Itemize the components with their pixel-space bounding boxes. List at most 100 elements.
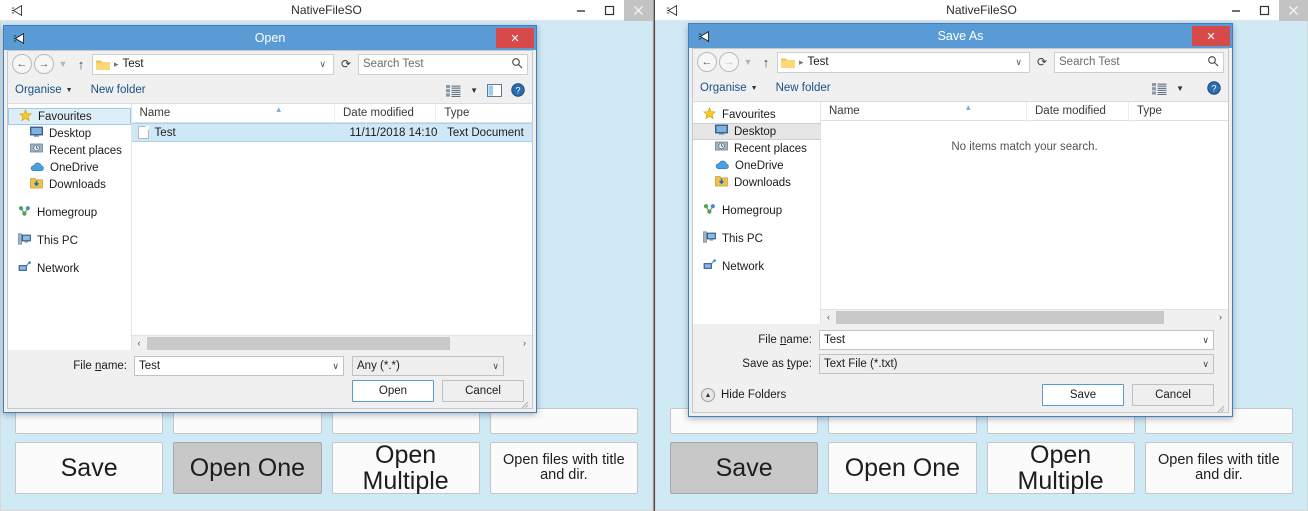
sidebar-item-this-pc[interactable]: This PC [8, 232, 131, 249]
open-multiple-button[interactable]: Open Multiple [986, 442, 1135, 494]
save-as-type-select[interactable]: Text File (*.txt) ∨ [819, 354, 1214, 374]
sidebar-item-this-pc[interactable]: This PC [693, 230, 820, 247]
close-button[interactable] [1279, 0, 1308, 21]
column-header-name[interactable]: Name [132, 104, 334, 123]
sidebar-item-onedrive[interactable]: OneDrive [8, 159, 131, 176]
cancel-button[interactable]: Cancel [442, 380, 524, 402]
minimize-button[interactable] [566, 0, 595, 21]
column-header-type[interactable]: Type [1128, 101, 1228, 121]
sidebar-item-label: Downloads [49, 178, 106, 191]
search-input[interactable]: Search Test [358, 53, 528, 75]
help-icon[interactable]: ? [1207, 81, 1221, 95]
save-button[interactable]: Save [1042, 384, 1124, 406]
column-header-name[interactable]: Name [821, 102, 1026, 121]
scrollbar-thumb[interactable] [146, 336, 451, 350]
scroll-right-icon[interactable]: › [517, 338, 532, 348]
save-button[interactable]: Save [670, 442, 819, 494]
scroll-left-icon[interactable]: ‹ [821, 312, 836, 322]
file-type-filter-select[interactable]: Any (*.*) ∨ [352, 356, 504, 376]
history-dropdown-icon[interactable]: ▼ [56, 59, 70, 69]
dialog-action-buttons: Open Cancel [16, 380, 524, 402]
breadcrumb-separator: ▸ [799, 56, 804, 67]
sidebar-item-favourites[interactable]: Favourites [8, 108, 131, 125]
maximize-button[interactable] [1250, 0, 1279, 21]
search-input[interactable]: Search Test [1054, 51, 1224, 73]
column-header-date-modified[interactable]: Date modified [1026, 101, 1128, 121]
save-button[interactable]: Save [15, 442, 164, 494]
hide-folders-toggle[interactable]: ▲ Hide Folders [701, 388, 786, 402]
preview-pane-icon[interactable] [487, 83, 502, 97]
file-name-input[interactable]: Test ∨ [819, 330, 1214, 350]
sidebar-item-homegroup[interactable]: Homegroup [693, 202, 820, 219]
column-header-date-modified[interactable]: Date modified [334, 103, 435, 123]
window-titlebar: NativeFileSO [655, 0, 1308, 21]
address-dropdown-icon[interactable]: ∨ [1011, 57, 1026, 68]
sidebar-item-recent-places[interactable]: Recent places [693, 140, 820, 157]
view-dropdown-icon[interactable]: ▼ [470, 86, 478, 95]
help-icon[interactable]: ? [511, 83, 525, 97]
maximize-button[interactable] [595, 0, 624, 21]
dialog-close-icon[interactable]: ✕ [496, 28, 534, 48]
dialog-close-icon[interactable]: ✕ [1192, 26, 1230, 46]
back-icon[interactable]: ← [697, 52, 717, 72]
sidebar-item-downloads[interactable]: Downloads [693, 174, 820, 191]
horizontal-scrollbar[interactable]: ‹ › [131, 335, 532, 350]
scroll-left-icon[interactable]: ‹ [132, 338, 147, 348]
address-path-box[interactable]: ▸ Test ∨ [92, 53, 334, 75]
organise-label: Organise [700, 82, 747, 94]
up-icon[interactable]: ↑ [72, 57, 90, 72]
new-folder-button[interactable]: New folder [776, 82, 831, 94]
resize-grip-icon[interactable] [519, 396, 529, 409]
file-name-input[interactable]: Test ∨ [134, 356, 344, 376]
organise-menu[interactable]: Organise ▼ [700, 82, 758, 94]
open-multiple-button[interactable]: Open Multiple [331, 442, 480, 494]
new-folder-button[interactable]: New folder [91, 84, 146, 96]
sidebar-item-homegroup[interactable]: Homegroup [8, 204, 131, 221]
chevron-down-icon[interactable]: ∨ [1198, 335, 1209, 346]
homegroup-icon [703, 203, 716, 218]
sidebar-item-desktop[interactable]: Desktop [8, 125, 131, 142]
sidebar-item-favourites[interactable]: Favourites [693, 106, 820, 123]
address-path-box[interactable]: ▸ Test ∨ [777, 51, 1030, 73]
horizontal-scrollbar[interactable]: ‹ › [821, 309, 1228, 324]
sidebar-item-recent-places[interactable]: Recent places [8, 142, 131, 159]
close-button[interactable] [624, 0, 653, 21]
open-one-button[interactable]: Open One [173, 442, 322, 494]
sidebar-item-label: Desktop [49, 127, 92, 140]
forward-icon[interactable]: → [719, 52, 739, 72]
open-files-with-title-and-dir-button[interactable]: Open files with title and dir. [1144, 442, 1293, 494]
open-button[interactable]: Open [352, 380, 434, 402]
open-one-button[interactable]: Open One [828, 442, 977, 494]
sidebar-item-downloads[interactable]: Downloads [8, 176, 131, 193]
refresh-icon[interactable]: ⟳ [336, 57, 356, 71]
downloads-icon [715, 175, 728, 190]
resize-grip-icon[interactable] [1215, 400, 1225, 413]
up-icon[interactable]: ↑ [757, 55, 775, 70]
minimize-button[interactable] [1221, 0, 1250, 21]
history-dropdown-icon[interactable]: ▼ [741, 57, 755, 67]
sidebar-item-onedrive[interactable]: OneDrive [693, 157, 820, 174]
open-files-with-title-and-dir-button[interactable]: Open files with title and dir. [489, 442, 638, 494]
table-row[interactable]: Test 11/11/2018 14:10 Text Document [131, 123, 532, 142]
column-header-type[interactable]: Type [435, 103, 532, 123]
sidebar-item-network[interactable]: Network [8, 260, 131, 277]
refresh-icon[interactable]: ⟳ [1032, 55, 1052, 69]
back-icon[interactable]: ← [12, 54, 32, 74]
view-dropdown-icon[interactable]: ▼ [1176, 84, 1184, 93]
view-list-icon[interactable] [446, 84, 461, 97]
sidebar-item-label: Network [722, 260, 765, 273]
address-dropdown-icon[interactable]: ∨ [315, 59, 330, 70]
view-list-icon[interactable] [1152, 82, 1167, 95]
chevron-down-icon[interactable]: ∨ [1198, 359, 1209, 370]
sidebar-item-desktop[interactable]: Desktop [693, 123, 820, 140]
cancel-button[interactable]: Cancel [1132, 384, 1214, 406]
organise-menu[interactable]: Organise ▼ [15, 84, 73, 96]
chevron-down-icon[interactable]: ∨ [328, 361, 339, 372]
scrollbar-track[interactable] [836, 310, 1213, 324]
scrollbar-thumb[interactable] [836, 310, 1164, 324]
chevron-down-icon[interactable]: ∨ [488, 361, 499, 372]
sidebar-item-network[interactable]: Network [693, 258, 820, 275]
scroll-right-icon[interactable]: › [1213, 312, 1228, 322]
forward-icon[interactable]: → [34, 54, 54, 74]
scrollbar-track[interactable] [146, 336, 517, 350]
